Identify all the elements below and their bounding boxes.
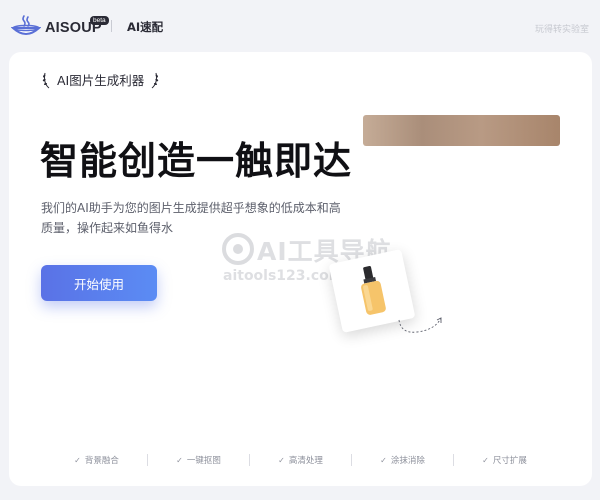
feature-item: ✓ 一键抠图 (148, 454, 249, 467)
feature-label: 高清处理 (288, 456, 323, 466)
laurel-right-icon (151, 72, 159, 88)
feature-label: 背景融合 (84, 456, 119, 466)
check-icon: ✓ (380, 455, 387, 465)
start-button[interactable]: 开始使用 (41, 265, 157, 301)
tagline-text: AI图片生成利器 (57, 73, 145, 88)
hero-card: AI图片生成利器 智能创造一触即达 我们的AI助手为您的图片生成提供超乎想象的低… (9, 52, 592, 486)
soup-bowl-icon (11, 15, 41, 35)
check-icon: ✓ (74, 455, 81, 465)
arrow-doodle-icon (398, 317, 442, 333)
aisoup-logo[interactable]: AISOUP beta (11, 14, 109, 40)
check-icon: ✓ (482, 455, 489, 465)
preview-image (363, 115, 560, 146)
top-bar: AISOUP beta AI速配 玩得转实验室 (0, 0, 600, 52)
feature-item: ✓ 背景融合 (46, 454, 147, 467)
tagline-row: AI图片生成利器 (41, 70, 160, 89)
feature-item: ✓ 高清处理 (250, 454, 351, 467)
app-page: AISOUP beta AI速配 玩得转实验室 AI图片生成利器 智能创造一触即… (0, 0, 600, 500)
watermark-url: aitools123.com (223, 268, 344, 284)
feature-label: 尺寸扩展 (492, 456, 527, 466)
lab-link[interactable]: 玩得转实验室 (535, 22, 589, 35)
laurel-left-icon (42, 72, 50, 88)
hero-headline: 智能创造一触即达 (40, 139, 353, 183)
feature-label: 涂抹消除 (390, 456, 425, 466)
nav-title[interactable]: AI速配 (127, 19, 163, 35)
cosmetic-bottle-icon (361, 265, 386, 315)
feature-item: ✓ 涂抹消除 (352, 454, 453, 467)
header-divider (111, 20, 112, 32)
check-icon: ✓ (278, 455, 285, 465)
feature-item: ✓ 尺寸扩展 (454, 454, 555, 467)
watermark-logo-icon (222, 233, 254, 265)
feature-list: ✓ 背景融合 ✓ 一键抠图 ✓ 高清处理 ✓ 涂抹消除 ✓ 尺寸扩展 (9, 452, 592, 468)
feature-label: 一键抠图 (186, 456, 221, 466)
beta-badge: beta (90, 16, 109, 25)
check-icon: ✓ (176, 455, 183, 465)
